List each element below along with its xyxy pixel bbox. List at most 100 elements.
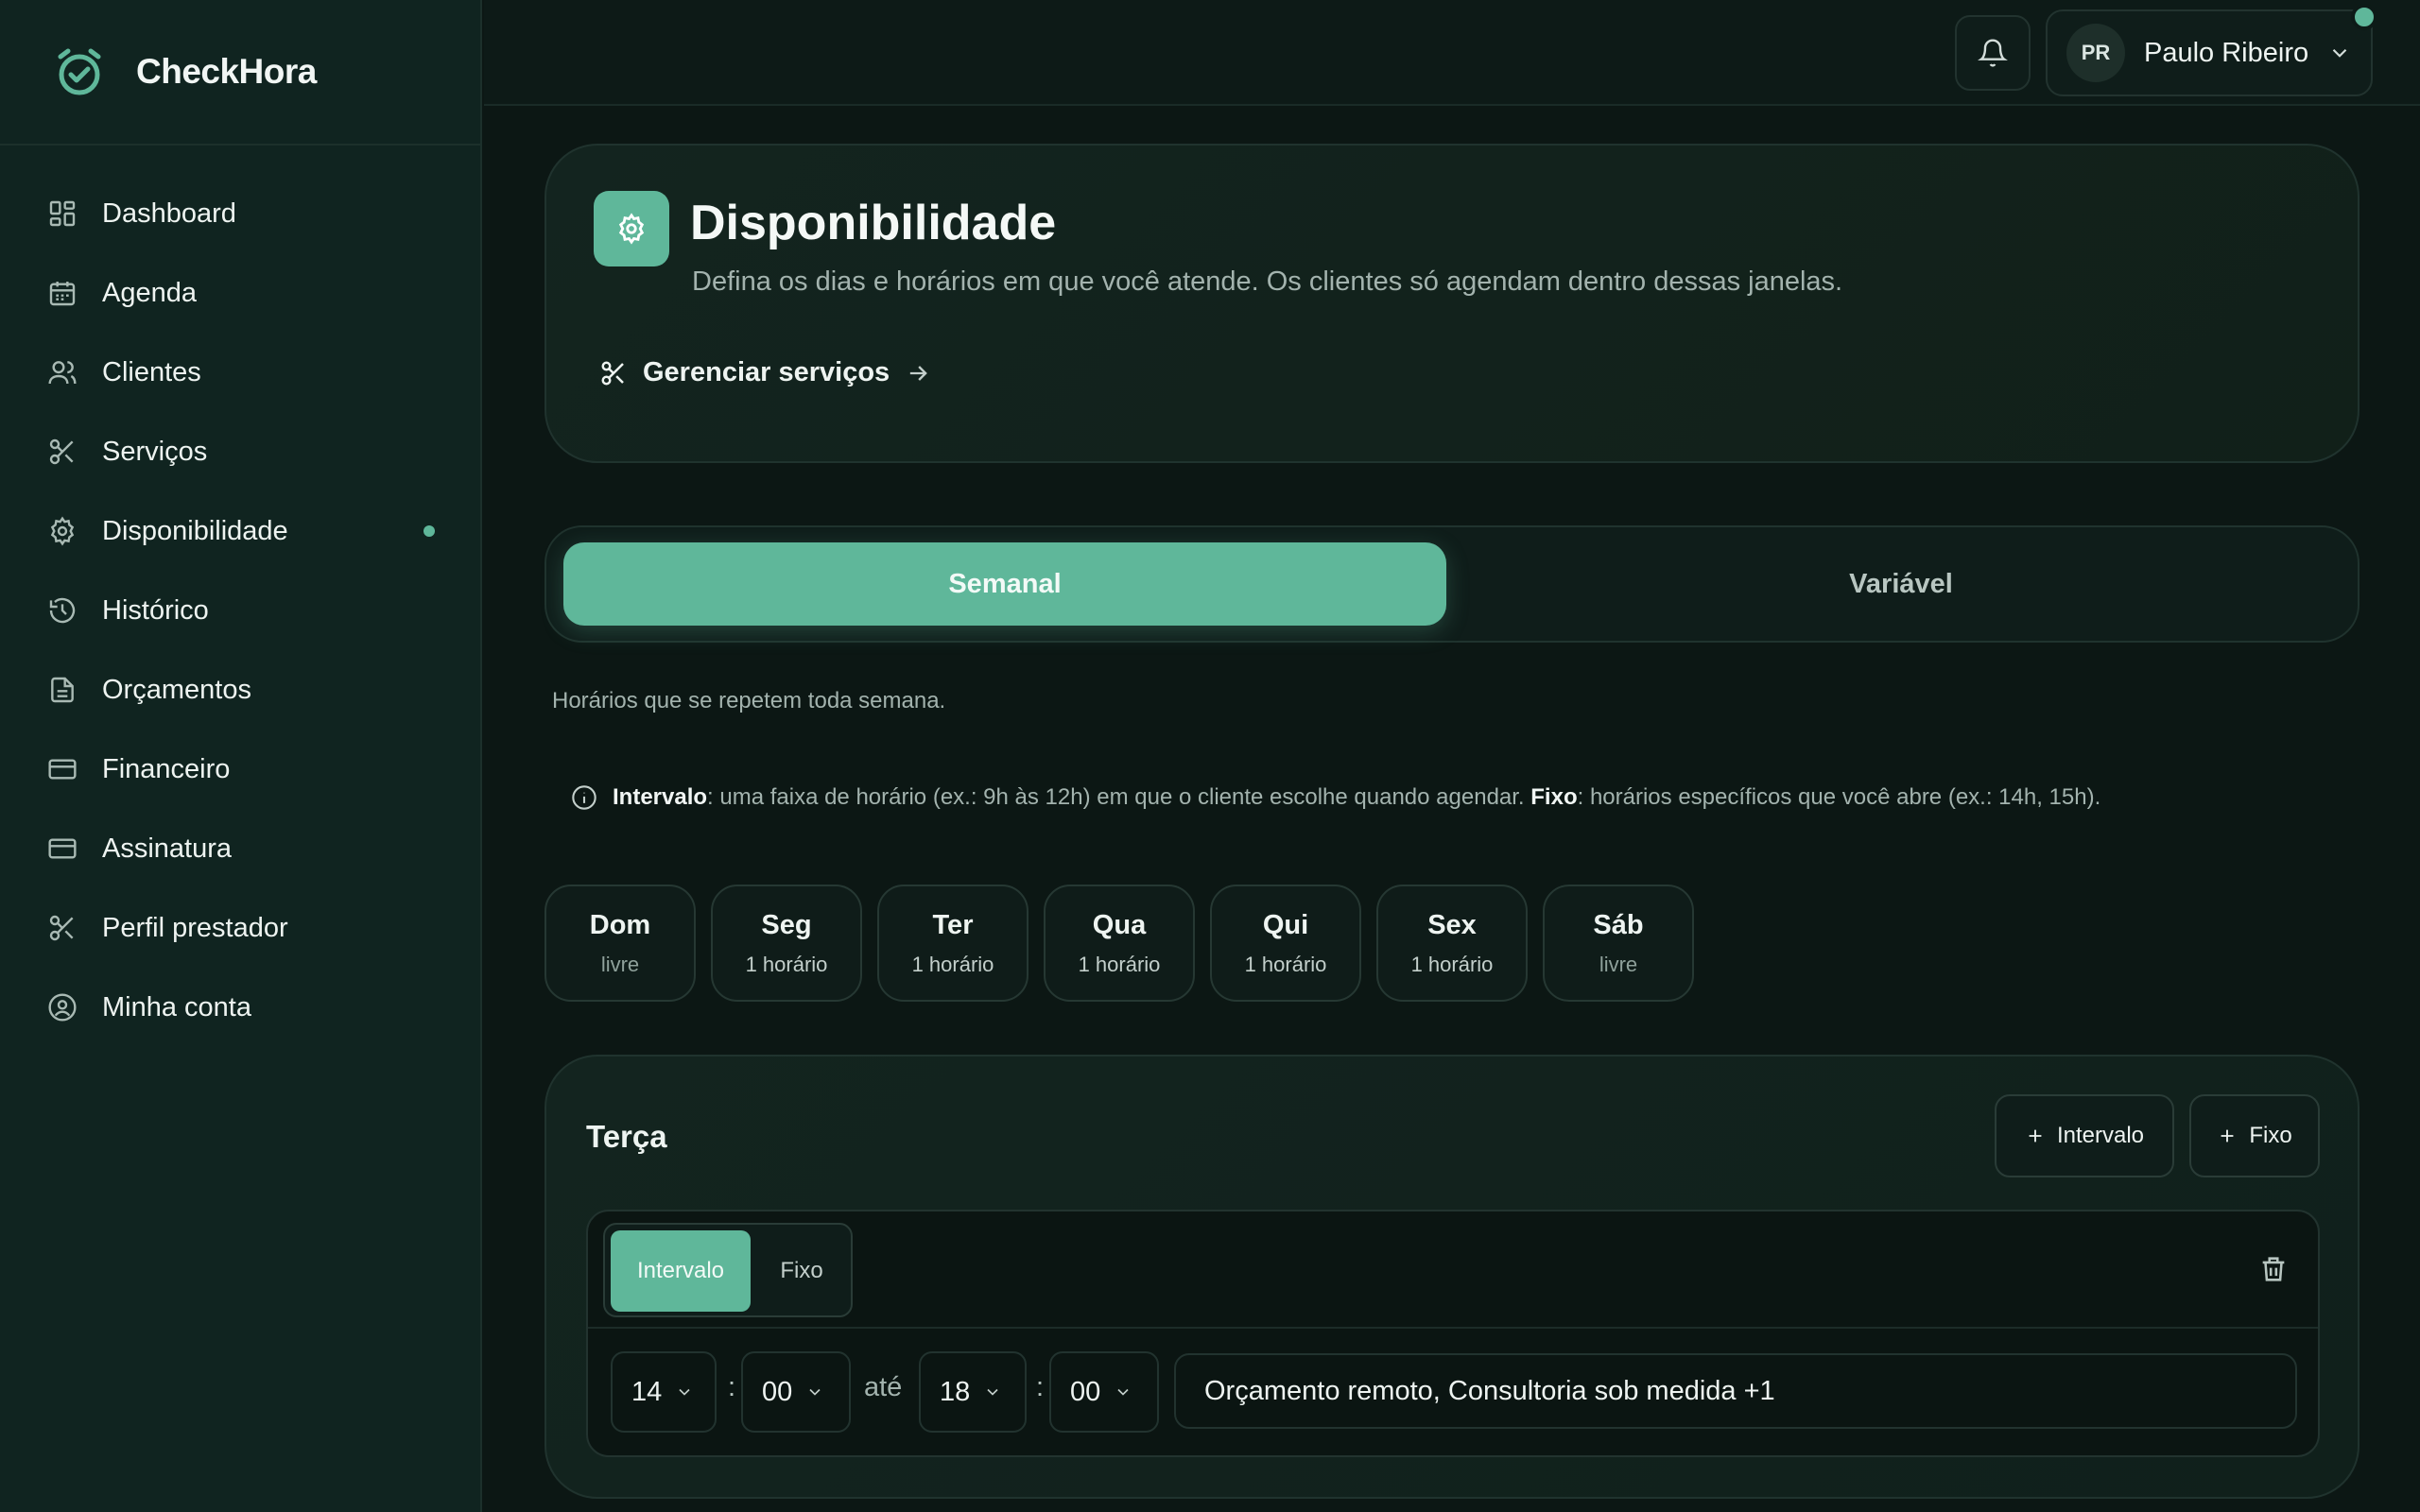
online-status-dot	[2351, 4, 2377, 30]
sidebar-item-clientes[interactable]: Clientes	[0, 333, 480, 412]
gear-icon	[594, 191, 669, 266]
schedule-type-tabs: Semanal Variável	[544, 525, 2360, 643]
scissors-icon	[45, 911, 79, 945]
sidebar-item-agenda[interactable]: Agenda	[0, 253, 480, 333]
gear-icon	[45, 514, 79, 548]
day-name: Qua	[1092, 909, 1147, 940]
sidebar-item-label: Histórico	[102, 594, 209, 626]
calendar-icon	[45, 276, 79, 310]
page-header-card: Disponibilidade Defina os dias e horário…	[544, 144, 2360, 463]
sidebar-item-servicos[interactable]: Serviços	[0, 412, 480, 491]
day-button-qui[interactable]: Qui 1 horário	[1210, 885, 1361, 1002]
end-minute-value: 00	[1070, 1376, 1101, 1407]
day-name: Qui	[1262, 909, 1309, 940]
sidebar-item-minha-conta[interactable]: Minha conta	[0, 968, 480, 1047]
day-button-dom[interactable]: Dom livre	[544, 885, 696, 1002]
trash-icon[interactable]	[2257, 1253, 2290, 1285]
end-hour-select[interactable]: 18	[919, 1351, 1027, 1433]
add-interval-button[interactable]: Intervalo	[1995, 1094, 2174, 1177]
weekday-selector: Dom livre Seg 1 horário Ter 1 horário Qu…	[544, 885, 1709, 1002]
sidebar-item-label: Disponibilidade	[102, 515, 288, 546]
mode-fixo-option[interactable]: Fixo	[754, 1230, 849, 1312]
info-interval-term: Intervalo	[613, 784, 708, 810]
active-indicator-dot	[424, 525, 435, 537]
services-select[interactable]: Orçamento remoto, Consultoria sob medida…	[1174, 1353, 2297, 1429]
sidebar-item-label: Dashboard	[102, 198, 236, 229]
info-fixed-term: Fixo	[1530, 784, 1578, 810]
arrow-right-icon	[910, 365, 927, 381]
start-hour-select[interactable]: 14	[611, 1351, 717, 1433]
alarm-clock-logo-icon	[58, 48, 101, 95]
time-separator: :	[728, 1372, 736, 1402]
day-status: 1 horário	[1410, 952, 1494, 976]
chevron-down-icon	[809, 1388, 821, 1396]
sidebar-item-assinatura[interactable]: Assinatura	[0, 809, 480, 888]
dashboard-icon	[45, 197, 79, 231]
sidebar-item-label: Serviços	[102, 436, 208, 467]
user-menu-button[interactable]: PR Paulo Ribeiro	[2046, 9, 2373, 96]
info-icon	[572, 785, 596, 810]
manage-services-label: Gerenciar serviços	[643, 357, 890, 387]
start-minute-value: 00	[762, 1376, 793, 1407]
sidebar-item-label: Perfil prestador	[102, 912, 288, 943]
sidebar-item-orcamentos[interactable]: Orçamentos	[0, 650, 480, 730]
notifications-button[interactable]	[1955, 15, 2031, 91]
info-interval-text: : uma faixa de horário (ex.: 9h às 12h) …	[707, 784, 1531, 810]
until-label: até	[864, 1372, 903, 1402]
day-status: 1 horário	[1244, 952, 1327, 976]
start-hour-value: 14	[631, 1376, 663, 1407]
day-name: Sex	[1427, 909, 1477, 940]
day-status: livre	[600, 952, 640, 976]
credit-card-icon	[45, 752, 79, 786]
start-minute-select[interactable]: 00	[741, 1351, 851, 1433]
end-hour-value: 18	[940, 1376, 971, 1407]
avatar: PR	[2066, 24, 2125, 82]
day-status: 1 horário	[1078, 952, 1161, 976]
sidebar-item-label: Financeiro	[102, 753, 231, 784]
manage-services-link[interactable]: Gerenciar serviços	[599, 357, 931, 388]
info-fixed-text: : horários específicos que você abre (ex…	[1577, 784, 2101, 810]
users-icon	[45, 355, 79, 389]
day-schedule-card: Terça Intervalo Fixo Intervalo Fixo 14 :…	[544, 1055, 2360, 1499]
chevron-down-icon	[2332, 48, 2347, 58]
day-button-seg[interactable]: Seg 1 horário	[711, 885, 862, 1002]
day-button-sab[interactable]: Sáb livre	[1543, 885, 1694, 1002]
sidebar-item-financeiro[interactable]: Financeiro	[0, 730, 480, 809]
chevron-down-icon	[1117, 1388, 1129, 1396]
day-status: livre	[1599, 952, 1638, 976]
sidebar-item-historico[interactable]: Histórico	[0, 571, 480, 650]
day-button-qua[interactable]: Qua 1 horário	[1044, 885, 1195, 1002]
sidebar-item-disponibilidade[interactable]: Disponibilidade	[0, 491, 480, 571]
mode-intervalo-option[interactable]: Intervalo	[611, 1230, 751, 1312]
time-slot-header: Intervalo Fixo	[588, 1211, 2318, 1329]
plus-icon	[2029, 1129, 2042, 1143]
plus-icon	[2221, 1129, 2234, 1143]
brand[interactable]: CheckHora	[0, 0, 480, 146]
chevron-down-icon	[987, 1388, 998, 1396]
end-minute-select[interactable]: 00	[1049, 1351, 1159, 1433]
day-button-ter[interactable]: Ter 1 horário	[877, 885, 1028, 1002]
history-icon	[45, 593, 79, 627]
tab-variavel[interactable]: Variável	[1460, 542, 2342, 626]
sidebar: CheckHora Dashboard Agenda Clientes Serv…	[0, 0, 482, 1512]
day-name: Dom	[589, 909, 651, 940]
day-name: Sáb	[1593, 909, 1644, 940]
sidebar-item-perfil-prestador[interactable]: Perfil prestador	[0, 888, 480, 968]
add-fixed-button[interactable]: Fixo	[2189, 1094, 2320, 1177]
info-note: Intervalo: uma faixa de horário (ex.: 9h…	[571, 784, 2100, 811]
sidebar-item-label: Assinatura	[102, 833, 233, 864]
sidebar-item-label: Agenda	[102, 277, 197, 308]
slot-mode-toggle: Intervalo Fixo	[603, 1223, 853, 1317]
day-title: Terça	[586, 1119, 667, 1154]
weekly-hint: Horários que se repetem toda semana.	[552, 688, 946, 713]
sidebar-nav: Dashboard Agenda Clientes Serviços Dispo…	[0, 146, 480, 1047]
info-text: Intervalo: uma faixa de horário (ex.: 9h…	[613, 784, 2100, 811]
add-interval-label: Intervalo	[2056, 1123, 2145, 1148]
bell-icon	[1978, 39, 2008, 67]
document-icon	[45, 673, 79, 707]
sidebar-item-dashboard[interactable]: Dashboard	[0, 174, 480, 253]
day-button-sex[interactable]: Sex 1 horário	[1376, 885, 1528, 1002]
tab-semanal[interactable]: Semanal	[563, 542, 1446, 626]
user-circle-icon	[45, 990, 79, 1024]
day-name: Ter	[932, 909, 974, 940]
